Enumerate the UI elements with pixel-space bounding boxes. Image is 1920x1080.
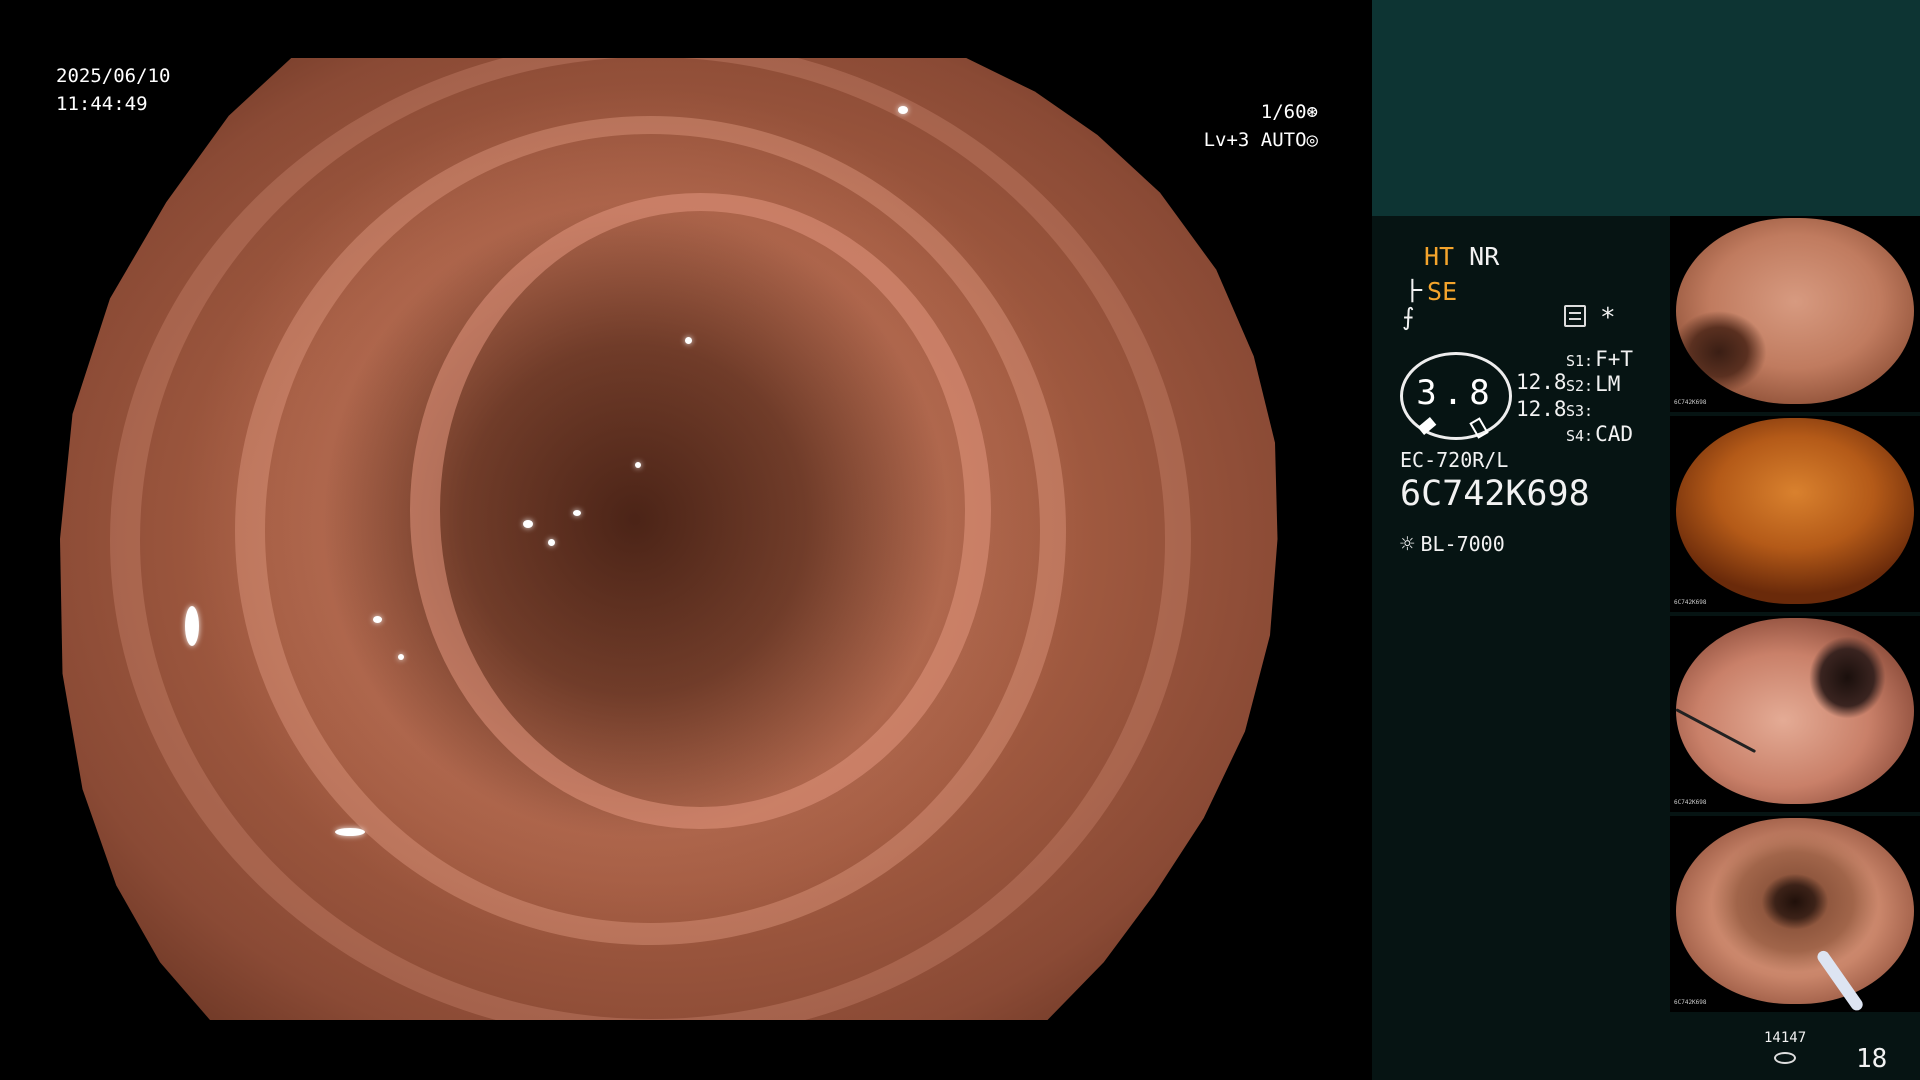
scope-model: EC-720R/L — [1400, 448, 1509, 472]
light-reflection — [522, 519, 533, 528]
thumbnail-serial: 6C742K698 — [1674, 599, 1707, 606]
captured-thumbnail[interactable]: 6C742K698 — [1670, 416, 1920, 612]
time-label: 11:44:49 — [56, 93, 148, 115]
light-reflection — [635, 462, 641, 469]
exposure-info: 1/60⊛ Lv+3 AUTO◎ — [1204, 98, 1318, 154]
se-label: SE — [1427, 277, 1458, 306]
light-reflection — [372, 615, 382, 623]
thumbnail-image — [1676, 818, 1914, 1004]
light-reflection — [572, 510, 581, 517]
light-source-label: BL-7000 — [1420, 532, 1505, 556]
scope-switch-2: S2:LM — [1566, 372, 1621, 396]
thumbnail-serial: 6C742K698 — [1674, 799, 1707, 806]
magnification-value: 12.8 — [1516, 397, 1567, 421]
menu-icon — [1564, 305, 1586, 327]
light-reflection — [897, 106, 908, 115]
mucosal-fold — [110, 58, 1191, 1020]
iris-icon: ◎ — [1306, 129, 1318, 151]
captured-thumbnail[interactable]: 6C742K698 — [1670, 216, 1920, 412]
thumbnail-image — [1676, 218, 1914, 404]
captured-thumbnail[interactable]: 6C742K698 — [1670, 816, 1920, 1012]
gauge-marker-icon — [1417, 417, 1437, 435]
thumbnail-serial: 6C742K698 — [1674, 999, 1707, 1006]
iris-level: Lv+3 — [1203, 129, 1250, 151]
light-reflection — [397, 654, 404, 661]
color-enhance-icon: ⨍ — [1402, 303, 1415, 331]
thumbnail-image — [1676, 418, 1914, 604]
magnification-value: 12.8 — [1516, 370, 1567, 394]
captured-thumbnail[interactable]: 6C742K698 — [1670, 616, 1920, 812]
date-time: 2025/06/10 11:44:49 — [56, 62, 170, 118]
enhancement-row: HT NR — [1424, 242, 1499, 271]
star-indicator: * — [1600, 303, 1616, 333]
gauge-value: 3.8 — [1416, 373, 1496, 413]
status-side-panel: HT NR ⺊SE ⨍ * 3.8 12.8 12.8 S1:F+T S2:LM… — [1372, 0, 1920, 1080]
endoscopic-image — [60, 58, 1278, 1020]
page-number: 18 — [1856, 1044, 1888, 1074]
scope-switch-4: S4:CAD — [1566, 422, 1634, 446]
light-reflection — [547, 539, 555, 546]
light-source-row: ☼ BL-7000 — [1400, 530, 1505, 558]
nr-label: NR — [1469, 242, 1500, 271]
scope-switch-1: S1:F+T — [1566, 347, 1634, 371]
iris-mode: AUTO — [1260, 129, 1307, 151]
structure-enhance-icon: ⺊ — [1402, 277, 1428, 306]
gauge-marker-icon — [1469, 417, 1489, 439]
scope-switch-3: S3: — [1566, 402, 1594, 420]
date-label: 2025/06/10 — [56, 65, 171, 87]
zoom-gauge: 3.8 — [1400, 352, 1512, 440]
capture-count: 14147 — [1764, 1030, 1807, 1046]
storage-icon — [1774, 1052, 1796, 1064]
thumbnail-image — [1676, 618, 1914, 804]
panel-header-area — [1372, 0, 1920, 216]
light-reflection — [685, 336, 692, 344]
ht-label: HT — [1424, 242, 1455, 271]
light-reflection — [335, 827, 365, 836]
thumbnail-serial: 6C742K698 — [1674, 399, 1707, 406]
endoscope-main-view: 2025/06/10 11:44:49 1/60⊛ Lv+3 AUTO◎ — [0, 0, 1372, 1080]
light-source-icon: ☼ — [1400, 530, 1415, 558]
scope-serial: 6C742K698 — [1400, 474, 1590, 514]
shutter-speed: 1/60 — [1260, 101, 1307, 123]
aperture-icon: ⊛ — [1306, 101, 1318, 123]
